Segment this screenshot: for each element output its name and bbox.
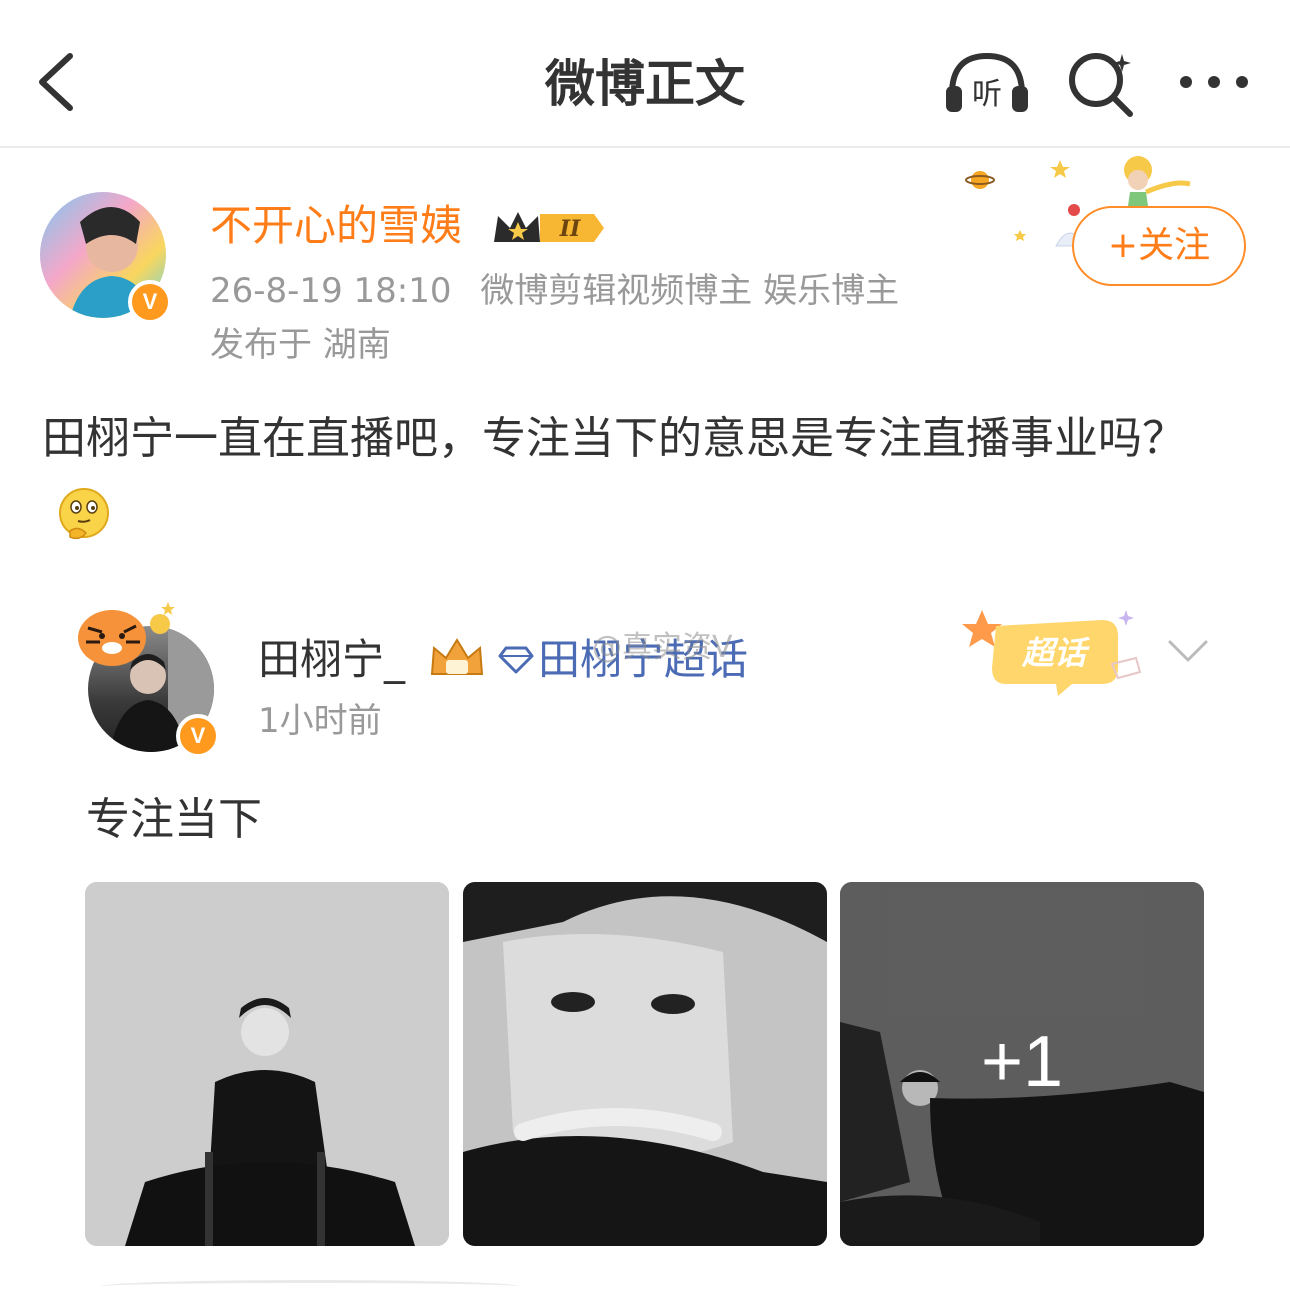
- listen-button[interactable]: 听: [942, 48, 1032, 118]
- member-crown-badge: II: [490, 206, 608, 250]
- next-card-edge: [100, 1280, 520, 1293]
- fan-crown-badge: [428, 636, 486, 682]
- supertopic-badge[interactable]: 超话: [962, 606, 1146, 698]
- more-images-count: +1: [980, 1022, 1064, 1102]
- photo-image-2: [463, 882, 827, 1246]
- chevron-down-icon[interactable]: [1166, 636, 1210, 666]
- member-level: II: [559, 216, 581, 242]
- post-timestamp: 26-8-19 18:10: [210, 271, 452, 311]
- photo-thumbnail-3[interactable]: +1: [840, 882, 1204, 1246]
- repost-text: 专注当下: [86, 794, 262, 845]
- photo-thumbnail-2[interactable]: [463, 882, 827, 1246]
- headphones-icon: 听: [946, 52, 1028, 112]
- verified-badge: V: [128, 280, 172, 324]
- photo-image-1: [85, 882, 449, 1246]
- tiger-sticker-icon: [72, 598, 182, 672]
- listen-label: 听: [972, 77, 1002, 112]
- post-location: 发布于 湖南: [210, 325, 391, 365]
- repost-verified-badge: V: [176, 714, 220, 758]
- follow-button[interactable]: +关注: [1072, 206, 1246, 286]
- author-name[interactable]: 不开心的雪姨: [210, 198, 462, 254]
- photo-thumbnail-1[interactable]: [85, 882, 449, 1246]
- more-dots-icon: [1180, 76, 1248, 88]
- thinking-face-icon: [56, 487, 112, 543]
- search-sparkle-icon: [1069, 53, 1133, 117]
- post-meta: 26-8-19 18:10 微博剪辑视频博主 娱乐博主: [210, 268, 899, 314]
- diamond-icon: [498, 644, 534, 674]
- watermark-text: @真实资V: [592, 630, 733, 665]
- repost-author-name[interactable]: 田栩宁_: [258, 632, 405, 688]
- author-tags: 微博剪辑视频博主 娱乐博主: [480, 271, 900, 311]
- search-button[interactable]: [1066, 48, 1138, 118]
- post-text: 田栩宁一直在直播吧，专注当下的意思是专注直播事业吗？: [42, 413, 1186, 464]
- post-content: 田栩宁一直在直播吧，专注当下的意思是专注直播事业吗？: [42, 402, 1252, 550]
- supertopic-badge-label: 超话: [1021, 634, 1090, 672]
- more-button[interactable]: [1176, 56, 1252, 108]
- repost-time: 1小时前: [258, 701, 382, 741]
